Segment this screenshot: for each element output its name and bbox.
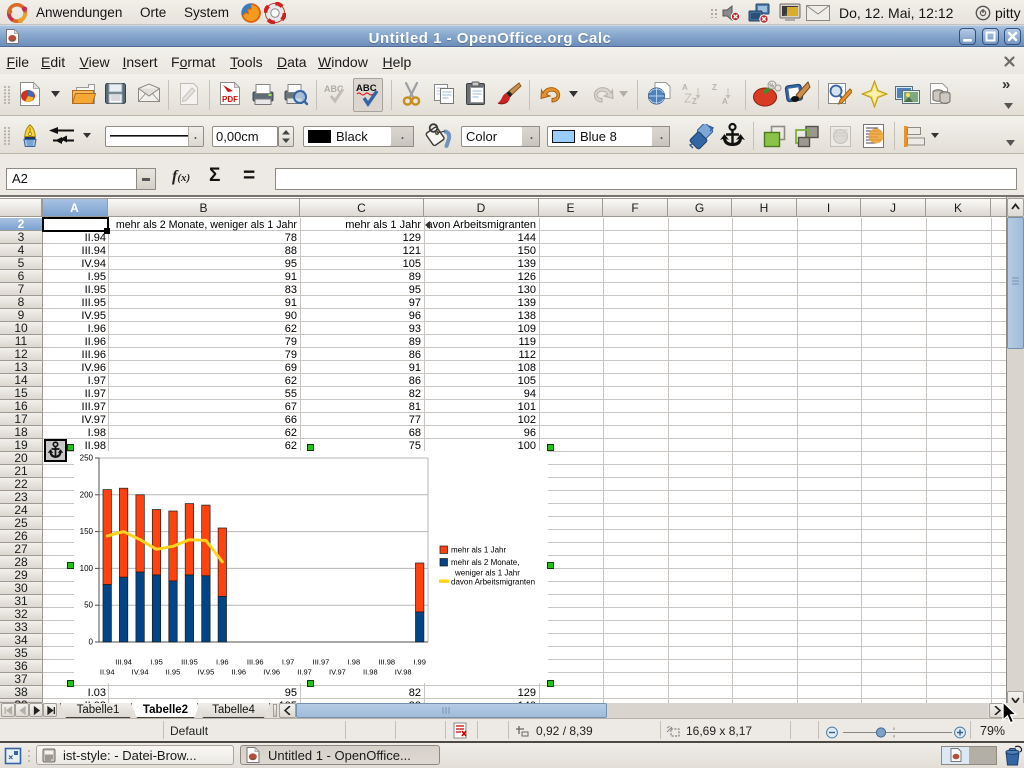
- svg-text:III.98: III.98: [378, 658, 395, 667]
- svg-text:davon Arbeitsmigranten: davon Arbeitsmigranten: [451, 578, 535, 587]
- svg-text:200: 200: [80, 490, 94, 499]
- svg-text:0: 0: [89, 638, 94, 647]
- svg-text:A: A: [682, 83, 688, 92]
- svg-text:Z: Z: [712, 83, 717, 92]
- svg-text:100: 100: [80, 564, 94, 573]
- svg-text:II.96: II.96: [231, 668, 246, 677]
- svg-text:I.97: I.97: [282, 658, 295, 667]
- svg-text:III.97: III.97: [313, 658, 330, 667]
- svg-text:I.96: I.96: [216, 658, 229, 667]
- svg-text:weniger als 1 Jahr: weniger als 1 Jahr: [454, 569, 520, 578]
- svg-text:ABC: ABC: [356, 83, 377, 94]
- svg-text:IV.94: IV.94: [132, 668, 149, 677]
- svg-text:II.94: II.94: [100, 668, 115, 677]
- svg-text:mehr als 2 Monate,: mehr als 2 Monate,: [451, 558, 519, 567]
- svg-text:250: 250: [80, 454, 94, 463]
- svg-text:IV.96: IV.96: [263, 668, 280, 677]
- svg-text:III.94: III.94: [115, 658, 132, 667]
- svg-text:PDF: PDF: [222, 95, 238, 104]
- svg-text:I.98: I.98: [348, 658, 361, 667]
- svg-text:I.99: I.99: [413, 658, 426, 667]
- svg-text:III.95: III.95: [181, 658, 198, 667]
- svg-text:A: A: [722, 97, 728, 106]
- svg-text:IV.95: IV.95: [197, 668, 214, 677]
- svg-text:150: 150: [80, 527, 94, 536]
- svg-text:II.97: II.97: [297, 668, 312, 677]
- svg-text:%: %: [770, 84, 775, 90]
- svg-text:50: 50: [84, 601, 93, 610]
- svg-text:IV.97: IV.97: [329, 668, 346, 677]
- svg-text:II.98: II.98: [363, 668, 378, 677]
- svg-text:I.95: I.95: [150, 658, 163, 667]
- svg-text:III.96: III.96: [247, 658, 264, 667]
- svg-text:Z: Z: [692, 97, 697, 106]
- svg-text:II.95: II.95: [166, 668, 181, 677]
- svg-text:mehr als 1 Jahr: mehr als 1 Jahr: [451, 546, 506, 555]
- svg-text:IV.98: IV.98: [395, 668, 412, 677]
